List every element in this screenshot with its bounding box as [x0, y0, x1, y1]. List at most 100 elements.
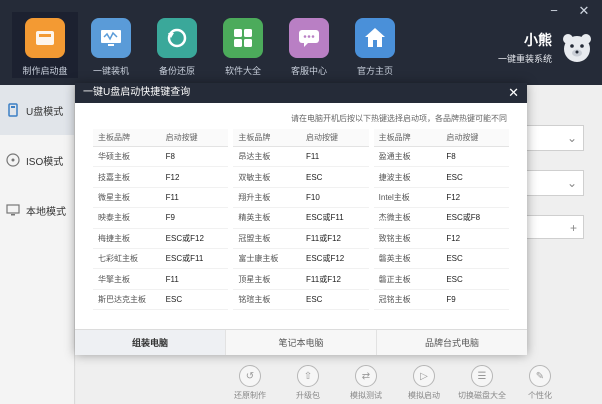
partition-stepper[interactable]: + — [524, 215, 584, 239]
toolbar-label: 模拟测试 — [350, 391, 382, 400]
boot-key-table: 主板品牌 启动按键 华硕主板 F8 技嘉主板 F12 微星主板 F11 映泰主板 F9 … — [75, 129, 527, 311]
table-row: 翔升主板 F10 — [233, 188, 369, 209]
brand-cell: 技嘉主板 — [98, 172, 130, 182]
key-cell: ESC — [446, 254, 463, 264]
key-cell: F10 — [306, 192, 320, 202]
dialog-close-icon[interactable]: ✕ — [508, 83, 519, 103]
table-row: 富士康主板 ESC或F12 — [233, 249, 369, 270]
nav-item-software[interactable]: 软件大全 — [210, 12, 276, 78]
toolbar-label: 模拟启动 — [408, 391, 440, 400]
nav-item-backup-restore[interactable]: 备份还原 — [144, 12, 210, 78]
brand-cell: 精英主板 — [238, 213, 271, 223]
nav-item-homepage[interactable]: 官方主页 — [342, 12, 408, 78]
brand-name: 小熊 — [524, 32, 552, 48]
table-row: 梅捷主板 ESC或F12 — [93, 229, 229, 249]
window-controls: − ✕ — [546, 4, 592, 18]
personalize-button[interactable]: ✎ 个性化 — [516, 365, 564, 401]
list-icon: ☰ — [471, 365, 493, 387]
chevron-down-icon: ⌄ — [566, 176, 577, 190]
key-cell: F11 — [165, 274, 179, 284]
header-brand: 主板品牌 — [98, 133, 130, 142]
header-brand: 主板品牌 — [238, 133, 271, 142]
bottom-toolbar: ↺ 还原制作 ⇧ 升级包 ⇄ 模拟测试 ▷ 模拟启动 ☰ 切换磁盘大全 ✎ 个性… — [226, 365, 564, 401]
boot-key-column: 主板品牌 启动按键 昂达主板 F11 双敏主板 ESC 翔升主板 F10 精英主板 ES… — [233, 129, 369, 311]
upgrade-button[interactable]: ⇧ 升级包 — [284, 365, 332, 401]
sidebar-item-usb-mode[interactable]: U盘模式 — [0, 85, 74, 135]
close-window-button[interactable]: ✕ — [576, 4, 592, 18]
brand-cell: 微星主板 — [98, 192, 130, 202]
table-row: 昂达主板 F11 — [233, 147, 369, 168]
simulate-test-button[interactable]: ⇄ 模拟测试 — [342, 365, 390, 401]
key-cell: F8 — [446, 152, 456, 162]
table-row: 华擎主板 F11 — [93, 269, 229, 290]
swap-icon: ⇄ — [355, 365, 377, 387]
nav-item-one-click-install[interactable]: 一键装机 — [78, 12, 144, 78]
brand-cell: 盈通主板 — [378, 152, 411, 162]
restore-make-button[interactable]: ↺ 还原制作 — [226, 365, 274, 401]
brand-cell: 映泰主板 — [98, 213, 130, 223]
key-cell: ESC或F8 — [446, 213, 481, 223]
nav-label: 一键装机 — [92, 66, 129, 76]
usb-icon — [8, 103, 18, 117]
key-cell: ESC或F12 — [306, 254, 345, 264]
apps-grid-icon — [223, 18, 263, 58]
table-row: 铭瑄主板 ESC — [233, 290, 369, 311]
nav-item-support[interactable]: 客服中心 — [276, 12, 342, 78]
brush-icon: ✎ — [529, 365, 551, 387]
dialog-title: 一键U盘启动快捷键查询 — [83, 87, 191, 98]
home-icon — [355, 18, 395, 58]
key-cell: ESC或F12 — [165, 233, 204, 243]
key-cell: ESC — [306, 294, 323, 304]
nav-label: 客服中心 — [290, 66, 327, 76]
table-row: 微星主板 F11 — [93, 188, 229, 209]
table-row: 杰微主板 ESC或F8 — [373, 208, 509, 229]
table-row: 冠盟主板 F11或F12 — [233, 229, 369, 249]
sidebar-item-local-mode[interactable]: 本地模式 — [0, 185, 74, 235]
table-row: 磐正主板 ESC — [373, 269, 509, 290]
table-row: 双敏主板 ESC — [233, 167, 369, 188]
disc-icon — [6, 153, 20, 167]
table-row: 斯巴达克主板 ESC — [93, 290, 229, 311]
brand-logo: 小熊 一键重装系统 — [498, 30, 594, 65]
key-cell: ESC — [306, 172, 323, 182]
table-row: 精英主板 ESC或F11 — [233, 208, 369, 229]
play-icon: ▷ — [413, 365, 435, 387]
brand-cell: 冠铭主板 — [378, 294, 411, 304]
brand-cell: 双敏主板 — [238, 172, 271, 182]
bear-logo-icon — [563, 33, 591, 62]
toolbar-label: 升级包 — [296, 391, 320, 400]
brand-cell: 磐正主板 — [378, 274, 411, 284]
app-header: − ✕ 制作启动盘 一键装机 备份还原 软件大全 客服中心 官方主页 小熊 一键… — [0, 0, 602, 85]
usb-drive-icon — [25, 18, 65, 58]
key-cell: ESC — [446, 274, 463, 284]
key-cell: F12 — [446, 233, 461, 243]
boot-key-column: 主板品牌 启动按键 盈通主板 F8 捷波主板 ESC Intel主板 F12 杰微主板… — [373, 129, 509, 311]
tab-laptop[interactable]: 笔记本电脑 — [226, 330, 377, 355]
simulate-boot-button[interactable]: ▷ 模拟启动 — [400, 365, 448, 401]
nav-item-make-boot-disk[interactable]: 制作启动盘 — [12, 12, 78, 78]
switch-disk-button[interactable]: ☰ 切换磁盘大全 — [458, 365, 506, 401]
key-cell: ESC或F11 — [306, 213, 344, 223]
tab-brand-desktop[interactable]: 品牌台式电脑 — [377, 330, 527, 355]
brand-cell: 翔升主板 — [238, 192, 271, 202]
brand-cell: 斯巴达克主板 — [98, 294, 146, 304]
boot-key-dialog: 一键U盘启动快捷键查询 ✕ 请在电脑开机后按以下热键选择启动项，各品牌热键可能不… — [75, 83, 527, 355]
sidebar-item-iso-mode[interactable]: ISO模式 — [0, 135, 74, 185]
restore-icon — [157, 18, 197, 58]
minimize-button[interactable]: − — [546, 4, 562, 18]
sidebar-item-label: 本地模式 — [26, 206, 66, 218]
tab-assembled-pc[interactable]: 组装电脑 — [75, 330, 226, 355]
brand-cell: 昂达主板 — [238, 152, 271, 162]
chevron-down-icon: ⌄ — [566, 131, 577, 145]
key-cell: F9 — [165, 213, 176, 223]
header-key: 启动按键 — [446, 133, 479, 142]
plus-icon: + — [569, 221, 577, 235]
dialog-hint: 请在电脑开机后按以下热键选择启动项，各品牌热键可能不同 — [291, 114, 507, 123]
key-cell: F9 — [446, 294, 456, 304]
nav-label: 软件大全 — [224, 66, 261, 76]
brand-cell: 华硕主板 — [98, 152, 130, 162]
nav-label: 备份还原 — [158, 66, 195, 76]
key-cell: ESC — [165, 294, 183, 304]
column-header: 主板品牌 启动按键 — [93, 129, 229, 147]
table-row: 冠铭主板 F9 — [373, 290, 509, 311]
